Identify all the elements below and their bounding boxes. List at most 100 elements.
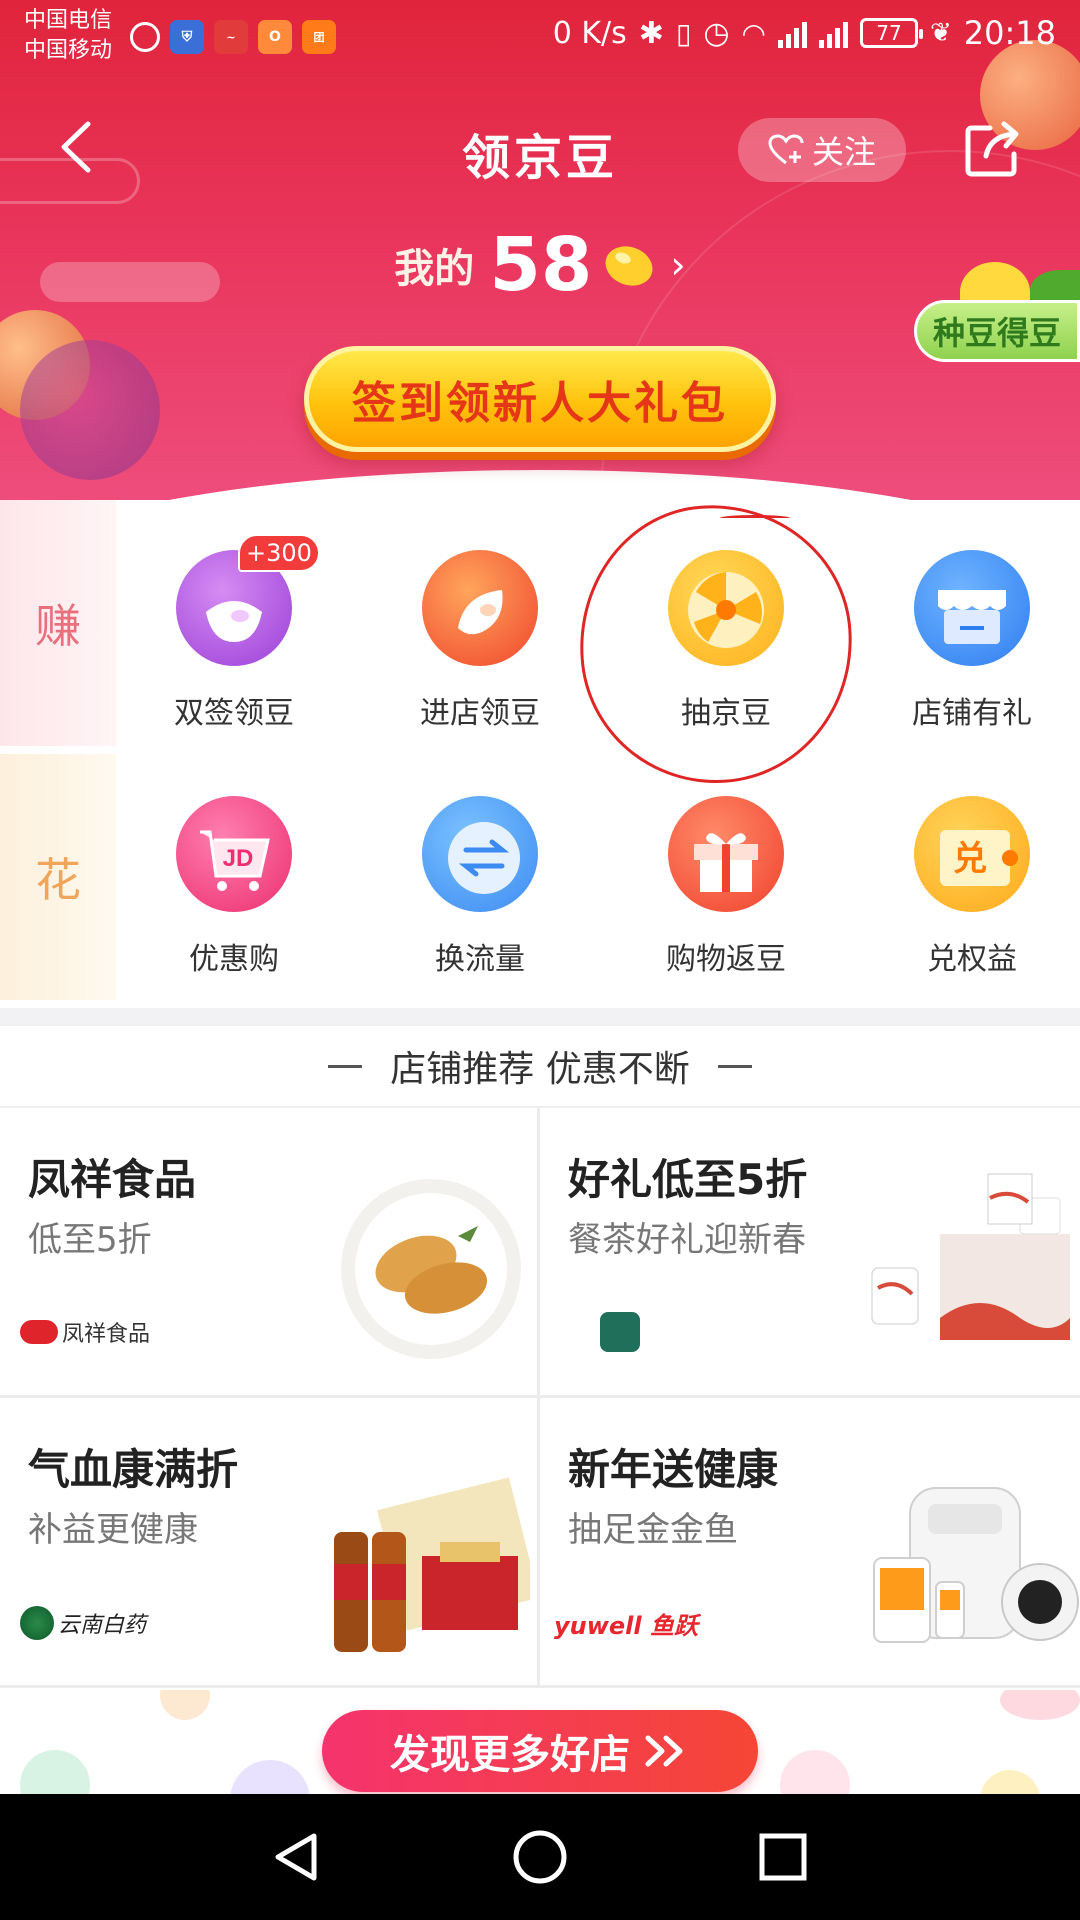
exchange-data-item[interactable]: 换流量 — [380, 746, 580, 977]
music-app-icon: ~ — [214, 20, 248, 54]
storefront-icon — [914, 550, 1030, 666]
store-logo: 凤祥食品 — [20, 1316, 150, 1348]
decor-dot — [980, 1770, 1040, 1794]
grid-label: 购物返豆 — [666, 942, 786, 977]
status-bar: 中国电信 中国移动 ⛨ ~ O 团 0 K/s ✱ ▯ ◷ ◠ 77 ❦ 20:… — [0, 0, 1080, 76]
o-app-icon: O — [258, 20, 292, 54]
exchange-arrows-icon — [422, 796, 538, 912]
decor-dot — [160, 1690, 210, 1720]
carrier-1: 中国电信 — [24, 8, 113, 33]
plant-beans-label: 种豆得豆 — [932, 314, 1061, 352]
store-beans-item[interactable]: 进店领豆 — [380, 500, 580, 731]
annotation-stroke — [720, 515, 790, 521]
section-title-text: 店铺推荐 优惠不断 — [390, 1049, 690, 1090]
carrier-names: 中国电信 中国移动 — [24, 6, 112, 66]
discount-buy-item[interactable]: JD 优惠购 — [134, 746, 334, 977]
wifi-icon: ◠ — [741, 16, 766, 50]
bean-count: 58 — [489, 222, 593, 308]
signal-4g-icon — [777, 18, 807, 48]
redeem-rights-item[interactable]: 兑 兑权益 — [872, 746, 1072, 977]
decor-dot — [230, 1760, 310, 1794]
carrier-2: 中国移动 — [24, 38, 113, 63]
fried-chicken-image — [341, 1179, 521, 1359]
storefront-shape — [938, 590, 1006, 644]
signal-2g-icon — [818, 18, 848, 48]
store-subtitle: 补益更健康 — [28, 1510, 198, 1550]
chevron-right-icon: › — [670, 243, 686, 287]
circle-home-icon — [513, 1830, 567, 1884]
grid-label: 双签领豆 — [174, 696, 294, 731]
grid-label: 兑权益 — [927, 942, 1017, 977]
section-divider — [0, 1008, 1080, 1026]
sig-bar — [818, 40, 824, 48]
notification-icons: ⛨ ~ O 团 — [130, 20, 336, 54]
decor-dot — [20, 1750, 90, 1794]
store-subtitle: 餐茶好礼迎新春 — [568, 1220, 806, 1260]
page-title: 领京豆 — [461, 130, 618, 186]
discover-more-stores-button[interactable]: 发现更多好店 — [322, 1710, 758, 1792]
decor-dot — [1000, 1690, 1080, 1720]
fengxiang-logo-icon — [20, 1320, 58, 1344]
nav-home-button[interactable] — [505, 1822, 575, 1892]
grid-label: 店铺有礼 — [912, 696, 1032, 731]
plant-beans-button[interactable]: 种豆得豆 — [914, 300, 1080, 362]
store-card[interactable]: 好礼低至5折 餐茶好礼迎新春 奥唯 — [540, 1108, 1080, 1398]
store-logo-text: 云南白药 — [58, 1613, 147, 1638]
heart-plus-icon — [768, 134, 804, 165]
tuhu-app-icon: 团 — [302, 20, 336, 54]
status-right: 0 K/s ✱ ▯ ◷ ◠ 77 ❦ 20:18 — [553, 14, 1056, 52]
share-button[interactable] — [960, 116, 1026, 182]
sig-bar — [834, 28, 840, 48]
triangle-back-icon — [275, 1833, 317, 1881]
redeem-ticket-icon: 兑 — [914, 796, 1030, 912]
sig-bar — [826, 34, 832, 48]
leaf-icon: ❦ — [929, 18, 952, 48]
net-speed: 0 K/s — [552, 15, 627, 51]
shield-app-icon: ⛨ — [170, 20, 204, 54]
shop-gift-item[interactable]: 店铺有礼 — [872, 500, 1072, 731]
bean-actions-grid: 赚 花 双签领豆 +300 进店领豆 抽京豆 店铺有礼 JD 优惠购 换流量 购… — [0, 500, 1080, 1008]
store-logo: 云南白药 — [20, 1606, 146, 1640]
my-beans-summary[interactable]: 我的 58 › — [0, 222, 1080, 308]
nav-back-button[interactable] — [262, 1822, 332, 1892]
orange-bean-icon — [422, 550, 538, 666]
gift-box-icon — [668, 796, 784, 912]
bean-icon — [605, 246, 653, 286]
double-chevron-right-icon — [645, 1735, 683, 1767]
health-devices-image — [873, 1487, 1079, 1643]
spend-side-label: 花 — [0, 754, 116, 1000]
dash-left — [328, 1064, 363, 1068]
yunnan-baiyao-logo-icon — [20, 1606, 54, 1640]
weibo-icon — [130, 22, 160, 52]
store-logo-text: yuwell 鱼跃 — [554, 1612, 698, 1640]
aowei-logo-icon — [600, 1312, 640, 1352]
store-subtitle: 抽足金金鱼 — [568, 1510, 738, 1550]
nav-recents-button[interactable] — [748, 1822, 818, 1892]
bean-shape — [458, 590, 503, 635]
tea-gift-set-image — [871, 1173, 1070, 1340]
follow-label: 关注 — [811, 133, 876, 171]
health-drink-box-image — [334, 1477, 530, 1652]
follow-button[interactable]: 关注 — [738, 118, 906, 182]
store-name: 凤祥食品 — [28, 1155, 197, 1204]
planet-decoration — [20, 340, 160, 480]
battery-icon: 77 — [859, 18, 923, 48]
grid-label: 换流量 — [435, 942, 525, 977]
system-nav-bar — [0, 1794, 1080, 1920]
store-subtitle: 低至5折 — [28, 1220, 152, 1260]
store-card[interactable]: 气血康满折 补益更健康 云南白药 — [0, 1398, 540, 1688]
sig-bar — [793, 28, 799, 48]
store-card[interactable]: 凤祥食品 低至5折 凤祥食品 — [0, 1108, 540, 1398]
gift-shape — [694, 833, 758, 892]
jd-text: JD — [223, 845, 254, 872]
header-banner: 中国电信 中国移动 ⛨ ~ O 团 0 K/s ✱ ▯ ◷ ◠ 77 ❦ 20:… — [0, 0, 1080, 500]
share-icon — [965, 121, 1019, 177]
ticket-shape: 兑 — [940, 830, 1018, 886]
store-card[interactable]: 新年送健康 抽足金金鱼 yuwell 鱼跃 — [540, 1398, 1080, 1688]
battery-level: 77 — [876, 21, 902, 45]
signin-gift-button[interactable]: 签到领新人大礼包 — [304, 346, 776, 452]
store-logo-text: 凤祥食品 — [62, 1322, 151, 1347]
earn-side-label: 赚 — [0, 500, 116, 746]
bluetooth-icon: ✱ — [638, 15, 664, 51]
signin-label: 签到领新人大礼包 — [352, 378, 728, 429]
